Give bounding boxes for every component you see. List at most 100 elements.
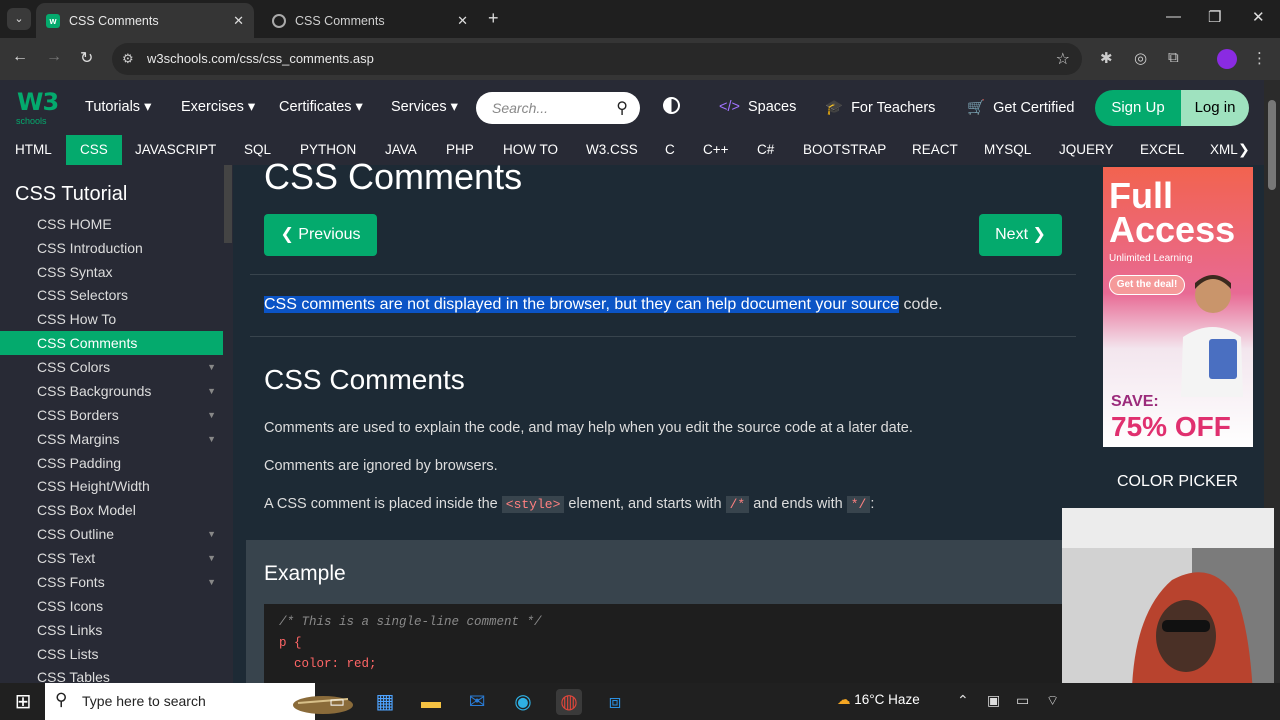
scrollbar-thumb[interactable] [1268,100,1276,190]
sidebar-item-css-margins[interactable]: CSS Margins ▼ [0,427,223,451]
taskbar-search[interactable]: ⚲ Type here to search [45,683,353,720]
browser-toolbar: ← → ↻ ⚙ w3schools.com/css/css_comments.a… [0,38,1280,80]
sidebar-item-css-height-width[interactable]: CSS Height/Width [0,474,223,498]
tab-title: CSS Comments [69,13,159,28]
chevron-down-icon[interactable]: ▼ [207,427,216,451]
sidebar-item-css-fonts[interactable]: CSS Fonts ▼ [0,570,223,594]
subnav-item-w3css[interactable]: W3.CSS [586,135,638,165]
sidebar-item-css-padding[interactable]: CSS Padding [0,451,223,475]
sidebar-item-css-links[interactable]: CSS Links [0,618,223,642]
previous-button[interactable]: ❮ Previous [264,214,377,256]
chevron-down-icon[interactable]: ▼ [207,570,216,594]
sidebar-item-css-colors[interactable]: CSS Colors ▼ [0,355,223,379]
site-info-icon[interactable]: ⚙ [122,51,134,67]
extension-icon[interactable]: ◎ [1134,49,1147,67]
services-menu[interactable]: Services ▾ [391,99,458,115]
sidebar-item-css-outline[interactable]: CSS Outline ▼ [0,522,223,546]
sidebar-item-css-box-model[interactable]: CSS Box Model [0,498,223,522]
sidebar-item-css-syntax[interactable]: CSS Syntax [0,260,223,284]
ad-subtitle: Unlimited Learning [1109,253,1193,264]
exercises-menu[interactable]: Exercises ▾ [181,99,255,115]
logo-mark: W3 [17,88,59,116]
sidebar-item-label: CSS Borders [37,407,119,423]
subnav-item-javascript[interactable]: JAVASCRIPT [135,135,216,165]
vscode-icon[interactable]: ⧈ [602,689,628,715]
profile-avatar[interactable] [1217,49,1237,69]
subnav-item-mysql[interactable]: MYSQL [984,135,1031,165]
back-icon[interactable]: ← [12,48,28,66]
subnav-item-xml[interactable]: XML [1210,135,1238,165]
search-icon[interactable]: ⚲ [616,98,628,118]
chevron-up-icon[interactable]: ⌃ [957,692,969,709]
restore-icon[interactable]: ❐ [1208,8,1221,26]
sidebar-item-css-tables[interactable]: CSS Tables [0,665,223,683]
sidebar-item-css-lists[interactable]: CSS Lists [0,642,223,666]
certificates-menu[interactable]: Certificates ▾ [279,99,363,115]
tab-search-button[interactable]: ⌄ [7,8,31,30]
subnav-item-jquery[interactable]: JQUERY [1059,135,1114,165]
edge-icon[interactable]: ◉ [510,689,536,715]
file-explorer-icon[interactable]: ▬ [418,689,444,715]
subnav-item-c[interactable]: C [665,135,675,165]
log-in-button[interactable]: Log in [1181,90,1249,126]
subnav-item-css[interactable]: CSS [66,135,122,165]
sidebar-item-css-backgrounds[interactable]: CSS Backgrounds ▼ [0,379,223,403]
close-tab-icon[interactable]: ✕ [457,13,468,29]
sidebar-item-css-introduction[interactable]: CSS Introduction [0,236,223,260]
chrome-icon[interactable]: ◍ [556,689,582,715]
outlook-icon[interactable]: ✉ [464,689,490,715]
sidebar-scrollbar[interactable] [224,165,232,243]
search-input[interactable]: Search... ⚲ [476,92,640,124]
subnav-item-react[interactable]: REACT [912,135,958,165]
chevron-down-icon[interactable]: ▼ [207,403,216,427]
code-line: color: red; [279,657,377,671]
get-certified-link[interactable]: 🛒 Get Certified [967,99,1074,116]
weather-widget[interactable]: ☁ 16°C Haze [837,692,920,708]
extension-icon[interactable]: ✱ [1100,49,1113,67]
forward-icon[interactable]: → [46,48,62,66]
minimize-icon[interactable]: — [1166,8,1181,25]
close-window-icon[interactable]: ✕ [1252,8,1265,26]
dark-mode-toggle-icon[interactable] [663,97,680,114]
meet-now-icon[interactable]: ▣ [987,692,1000,709]
sidebar-item-css-text[interactable]: CSS Text ▼ [0,546,223,570]
chevron-down-icon[interactable]: ▼ [207,546,216,570]
for-teachers-link[interactable]: 🎓 For Teachers [825,99,935,116]
network-icon[interactable]: ⌔ [1046,692,1059,710]
battery-icon[interactable]: ▭ [1016,692,1029,709]
menu-kebab-icon[interactable]: ⋮ [1252,49,1267,67]
inline-code: <style> [501,496,565,513]
chevron-down-icon[interactable]: ▼ [207,522,216,546]
chevron-down-icon[interactable]: ▼ [207,355,216,379]
chevron-down-icon[interactable]: ▼ [207,379,216,403]
address-bar[interactable]: ⚙ w3schools.com/css/css_comments.asp ☆ [112,43,1082,75]
subnav-item-excel[interactable]: EXCEL [1140,135,1184,165]
reload-icon[interactable]: ↻ [80,48,93,68]
subnav-item-csharp[interactable]: C# [757,135,774,165]
sidebar-item-css-how-to[interactable]: CSS How To [0,307,223,331]
w3schools-logo[interactable]: W3 schools [14,88,59,128]
sidebar-item-css-borders[interactable]: CSS Borders ▼ [0,403,223,427]
browser-tab-active[interactable]: w CSS Comments ✕ [36,3,254,38]
task-view-icon[interactable]: ▭ [324,689,350,715]
full-access-ad[interactable]: Full Access Unlimited Learning Get the d… [1103,167,1253,447]
sidebar-item-css-selectors[interactable]: CSS Selectors [0,283,223,307]
sidebar-item-css-icons[interactable]: CSS Icons [0,594,223,618]
windows-start-icon[interactable]: ⊞ [10,689,36,715]
bookmark-star-icon[interactable]: ☆ [1056,49,1070,69]
extensions-puzzle-icon[interactable]: ⧉ [1168,49,1179,66]
microsoft-store-icon[interactable]: ▦ [372,689,398,715]
sidebar-item-css-home[interactable]: CSS HOME [0,212,223,236]
browser-tab[interactable]: CSS Comments ✕ [262,3,478,38]
subnav-item-bootstrap[interactable]: BOOTSTRAP [803,135,886,165]
subnav-item-html[interactable]: HTML [0,135,67,165]
sign-up-button[interactable]: Sign Up [1095,90,1181,126]
new-tab-button[interactable]: + [488,8,499,29]
tutorials-menu[interactable]: Tutorials ▾ [85,99,151,115]
chevron-right-icon[interactable]: ❯ [1238,141,1250,158]
subnav-item-cpp[interactable]: C++ [703,135,729,165]
next-button[interactable]: Next ❯ [979,214,1062,256]
close-tab-icon[interactable]: ✕ [233,13,244,29]
spaces-link[interactable]: </> Spaces [719,99,796,115]
sidebar-item-css-comments[interactable]: CSS Comments [0,331,223,355]
